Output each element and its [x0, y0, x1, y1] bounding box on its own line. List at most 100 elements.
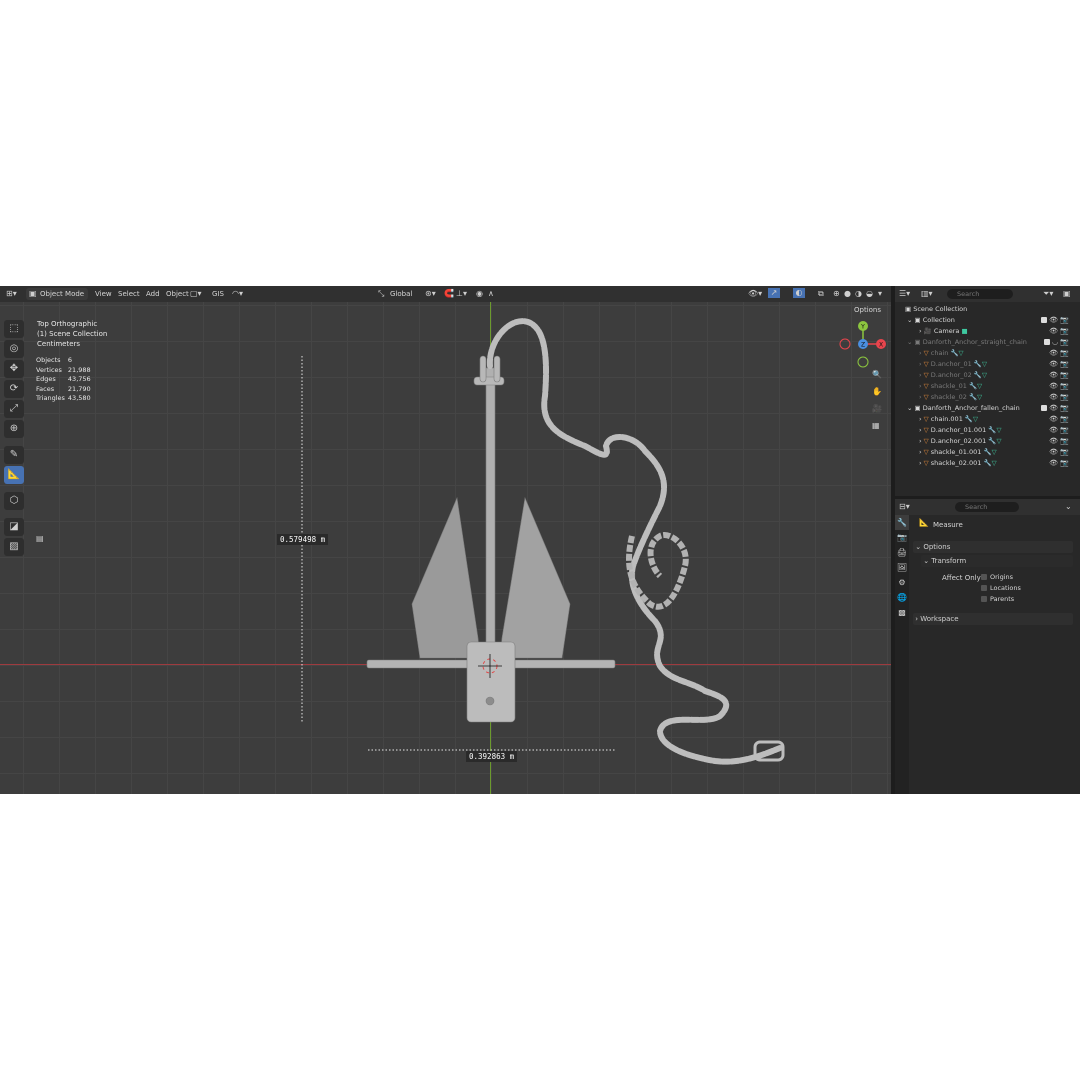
proportional-edit-icon[interactable]: ◉: [476, 289, 483, 299]
image-tool-icon[interactable]: ▨: [4, 538, 24, 556]
mesh-icon: ▽: [923, 371, 929, 379]
scene-tab-icon[interactable]: ⚙: [895, 575, 909, 590]
properties-options-icon[interactable]: ⌄: [1065, 502, 1072, 512]
output-tab-icon[interactable]: 🖨: [895, 545, 909, 560]
outliner-row-shackle02[interactable]: › ▽ shackle_02 🔧▽ 👁 📷: [919, 392, 1075, 403]
menu-view[interactable]: View: [95, 290, 112, 298]
menu-add[interactable]: Add: [146, 290, 160, 298]
3d-viewport[interactable]: 0.579498 m 0.392863 m ⊞▾ Object Mode ▣ V…: [0, 286, 891, 794]
include-checkbox[interactable]: [1040, 405, 1047, 411]
overlay-toggle-icon[interactable]: ◐: [793, 288, 805, 298]
outliner-search-input[interactable]: Search: [947, 289, 1013, 299]
gizmo-toggle-icon[interactable]: ↗: [768, 288, 780, 298]
camera-view-icon[interactable]: 🎥: [872, 404, 882, 414]
gizmo-y-label: Y: [860, 324, 865, 331]
outliner-row-collection[interactable]: ⌄ ▣ Collection 👁 📷: [907, 315, 1075, 326]
scale-tool-icon[interactable]: ⤢: [4, 400, 24, 418]
display-mode-icon[interactable]: ▥▾: [921, 289, 933, 299]
navigation-gizmo[interactable]: Y X Z: [833, 314, 891, 374]
menu-object[interactable]: Object: [166, 290, 189, 298]
shading-dropdown-icon[interactable]: ▾: [878, 289, 882, 299]
right-fluke: [499, 496, 571, 659]
snap-icon[interactable]: 🧲: [444, 289, 454, 299]
include-checkbox[interactable]: [1040, 317, 1047, 323]
outliner-row-chain[interactable]: › ▽ chain 🔧▽ 👁 📷: [919, 348, 1075, 359]
options-section[interactable]: ⌄ Options: [913, 541, 1073, 553]
shear-tool-icon[interactable]: ◪: [4, 518, 24, 536]
collection-icon: ▣: [914, 404, 921, 412]
vertical-measure-label: 0.579498 m: [277, 534, 329, 545]
include-checkbox[interactable]: [1043, 339, 1050, 345]
pan-hand-icon[interactable]: ✋: [872, 387, 882, 397]
parents-checkbox[interactable]: Parents: [981, 594, 1014, 605]
active-tool-name: Measure: [933, 521, 963, 529]
visibility-icon[interactable]: 👁▾: [748, 289, 762, 299]
outliner-row-shackle01-001[interactable]: › ▽ shackle_01.001 🔧▽ 👁 📷: [919, 447, 1075, 458]
transform-tool-icon[interactable]: ⊕: [4, 420, 24, 438]
outliner-editor-icon[interactable]: ☰▾: [899, 289, 910, 299]
options-dropdown[interactable]: Options: [854, 306, 881, 314]
outliner-row-fallen-chain[interactable]: ⌄ ▣ Danforth_Anchor_fallen_chain 👁 📷: [907, 403, 1075, 414]
ortho-grid-icon[interactable]: ▦: [872, 421, 880, 431]
gis-dropdown-icon[interactable]: ◠▾: [232, 289, 243, 299]
new-collection-icon[interactable]: ▣: [1063, 289, 1071, 299]
shading-wireframe-icon[interactable]: ⊕: [833, 289, 840, 299]
mesh-data-icon: ▽: [981, 371, 987, 379]
blender-window: 0.579498 m 0.392863 m ⊞▾ Object Mode ▣ V…: [0, 286, 1080, 794]
outliner-row-scene-collection[interactable]: ▣ Scene Collection: [905, 304, 967, 315]
view-layer-tab-icon[interactable]: 🖼: [895, 560, 909, 575]
world-tab-icon[interactable]: 🌐: [895, 590, 909, 605]
workspace-section[interactable]: › Workspace: [913, 613, 1073, 625]
pivot-icon[interactable]: ⊛▾: [425, 289, 436, 299]
xray-icon[interactable]: ⧉: [818, 289, 824, 299]
tool-tab-icon[interactable]: 🔧: [895, 515, 909, 530]
menu-gis[interactable]: GIS: [212, 290, 224, 298]
zoom-icon[interactable]: 🔍: [872, 370, 882, 380]
properties-search-input[interactable]: Search: [955, 502, 1019, 512]
texture-tab-icon[interactable]: ▩: [895, 605, 909, 620]
outliner-row-danchor02-001[interactable]: › ▽ D.anchor_02.001 🔧▽ 👁 📷: [919, 436, 1075, 447]
annotate-tool-icon[interactable]: ✎: [4, 446, 24, 464]
gizmo-z-label: Z: [861, 342, 865, 349]
add-cube-tool-icon[interactable]: ⬡: [4, 492, 24, 510]
properties-tabs: 🔧 📷 🖨 🖼 ⚙ 🌐 ▩: [895, 515, 909, 794]
mode-dropdown[interactable]: Object Mode ▣: [26, 288, 88, 300]
scene-statistics: Objects 6 Vertices 21,988 Edges 43,756 Face…: [36, 356, 94, 404]
properties-editor-icon[interactable]: ⊟▾: [899, 502, 910, 512]
falloff-icon[interactable]: ∧: [488, 289, 494, 299]
outliner-row-camera[interactable]: › 🎥 Camera ■ 👁 📷: [919, 326, 1075, 337]
affect-only-label: Affect Only: [942, 574, 981, 582]
origins-checkbox[interactable]: Origins: [981, 572, 1013, 583]
shading-material-icon[interactable]: ◑: [855, 289, 862, 299]
unit-system: Centimeters: [37, 340, 81, 348]
outliner-row-chain001[interactable]: › ▽ chain.001 🔧▽ 👁 📷: [919, 414, 1075, 425]
transform-orientation-icon: ⤡: [378, 289, 385, 298]
cursor-tool-icon[interactable]: ◎: [4, 340, 24, 358]
sidebar-toggle-icon[interactable]: ▤: [36, 534, 44, 544]
outliner-row-danchor02[interactable]: › ▽ D.anchor_02 🔧▽ 👁 📷: [919, 370, 1075, 381]
orientation-dropdown[interactable]: Global: [390, 290, 412, 298]
outliner-row-danchor01-001[interactable]: › ▽ D.anchor_01.001 🔧▽ 👁 📷: [919, 425, 1075, 436]
rotate-tool-icon[interactable]: ⟳: [4, 380, 24, 398]
render-tab-icon[interactable]: 📷: [895, 530, 909, 545]
transform-subsection[interactable]: ⌄ Transform: [921, 555, 1073, 567]
outliner-row-shackle01[interactable]: › ▽ shackle_01 🔧▽ 👁 📷: [919, 381, 1075, 392]
move-tool-icon[interactable]: ✥: [4, 360, 24, 378]
object-dropdown-icon[interactable]: ▢▾: [190, 289, 202, 299]
shading-solid-icon[interactable]: ●: [844, 289, 851, 299]
locations-checkbox[interactable]: Locations: [981, 583, 1021, 594]
select-box-tool-icon[interactable]: ⬚: [4, 320, 24, 338]
filter-icon[interactable]: ⏷▾: [1043, 289, 1053, 299]
mesh-data-icon: ▽: [996, 426, 1002, 434]
measure-tool-icon[interactable]: 📐: [4, 466, 24, 484]
shading-rendered-icon[interactable]: ◒: [866, 289, 873, 299]
mesh-icon: ▽: [923, 393, 929, 401]
anchor-model[interactable]: [0, 286, 891, 794]
menu-select[interactable]: Select: [118, 290, 140, 298]
snap-target-icon[interactable]: ⊥▾: [456, 289, 467, 299]
outliner-row-straight-chain[interactable]: ⌄ ▣ Danforth_Anchor_straight_chain ◡ 📷: [907, 337, 1075, 348]
outliner-row-danchor01[interactable]: › ▽ D.anchor_01 🔧▽ 👁 📷: [919, 359, 1075, 370]
editor-type-icon[interactable]: ⊞▾: [6, 289, 17, 299]
modifier-icon: 🔧: [983, 448, 992, 456]
outliner-row-shackle02-001[interactable]: › ▽ shackle_02.001 🔧▽ 👁 📷: [919, 458, 1075, 469]
